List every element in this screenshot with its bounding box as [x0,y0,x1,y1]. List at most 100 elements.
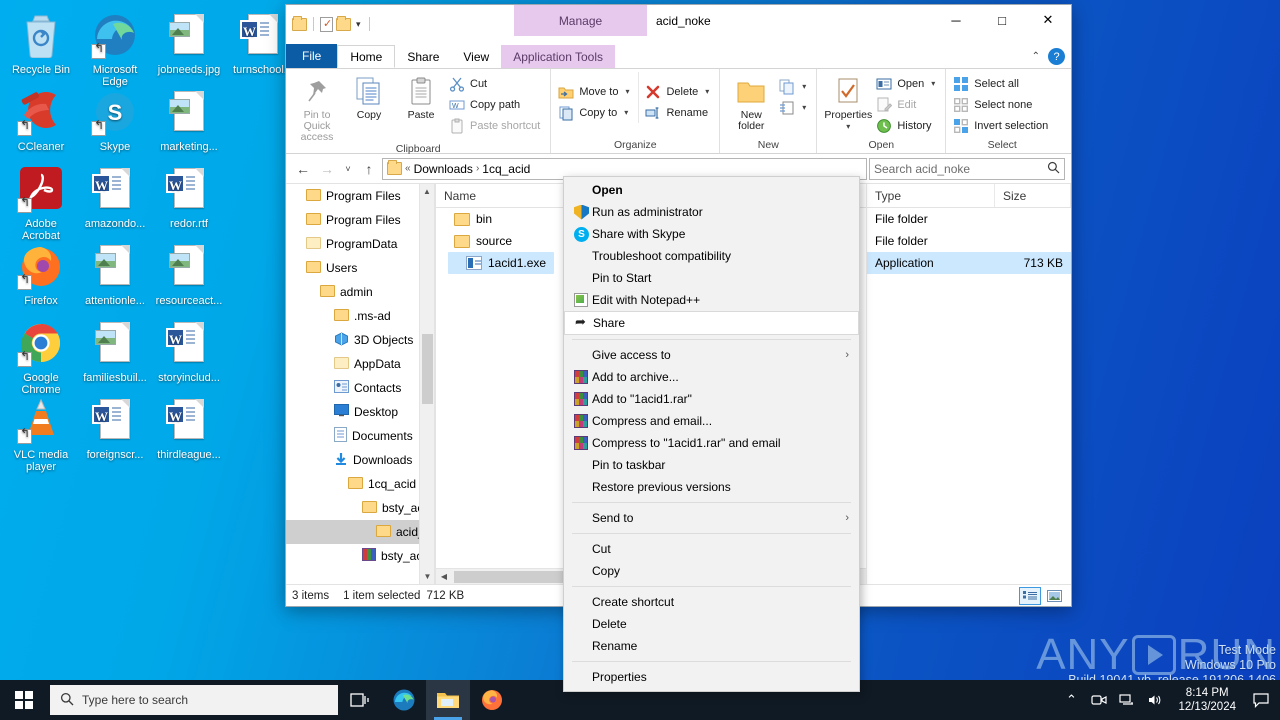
nav-item-downloads[interactable]: Downloads [286,448,434,472]
network-icon[interactable] [1114,680,1140,720]
menu-item-add-to-1acid1-rar[interactable]: Add to "1acid1.rar" [564,388,859,410]
easy-access-button[interactable]: ▾ [777,97,811,118]
desktop-icon-recycle-bin[interactable]: Recycle Bin [4,12,78,76]
desktop-icon-jobneeds-jpg[interactable]: jobneeds.jpg [152,12,226,76]
desktop-icon-amazondo[interactable]: Wamazondo... [78,166,152,230]
desktop-icon-skype[interactable]: S Skype [78,89,152,153]
nav-scrollbar[interactable]: ▲ ▼ [419,184,434,584]
menu-item-create-shortcut[interactable]: Create shortcut [564,591,859,613]
firefox-icon[interactable] [470,680,514,720]
menu-item-edit-with-notepad[interactable]: Edit with Notepad++ [564,289,859,311]
properties-button[interactable]: Properties ▾ [822,72,874,132]
folder-icon[interactable] [292,15,307,31]
pin-to-quick-access-button[interactable]: Pin to Quick access [291,72,343,143]
desktop-icon-microsoft-edge[interactable]: Microsoft Edge [78,12,152,88]
chevron-down-icon[interactable]: ▾ [624,108,628,117]
search-input[interactable]: Type here to search [82,693,188,707]
file-explorer-icon[interactable] [426,680,470,720]
nav-item-bsty-ac[interactable]: bsty_ac [286,544,434,568]
large-icons-view-button[interactable] [1043,587,1065,605]
detail-row[interactable]: Application 713 KB [867,252,1071,274]
desktop-icon-redor-rtf[interactable]: Wredor.rtf [152,166,226,230]
menu-item-share[interactable]: Share [564,311,859,335]
menu-item-delete[interactable]: Delete [564,613,859,635]
menu-item-pin-to-taskbar[interactable]: Pin to taskbar [564,454,859,476]
nav-item-desktop[interactable]: Desktop [286,400,434,424]
new-folder-icon[interactable] [336,15,351,31]
chevron-down-icon[interactable]: ▾ [931,79,935,88]
desktop-icon-foreignscr[interactable]: Wforeignscr... [78,397,152,461]
nav-item-1cq-acid[interactable]: 1cq_acid [286,472,434,496]
chevron-down-icon[interactable]: ▾ [802,82,806,91]
scroll-up-icon[interactable]: ▲ [420,184,434,199]
back-button[interactable]: ← [292,158,314,180]
chevron-down-icon[interactable]: ▾ [802,103,806,112]
desktop-icon-google-chrome[interactable]: Google Chrome [4,320,78,396]
detail-row[interactable]: File folder [867,208,1071,230]
cut-button[interactable]: Cut [447,73,545,94]
desktop-icon-resourceact[interactable]: resourceact... [152,243,226,307]
menu-item-share-with-skype[interactable]: S Share with Skype [564,223,859,245]
menu-item-open[interactable]: Open [564,179,859,201]
menu-item-pin-to-start[interactable]: Pin to Start [564,267,859,289]
edit-button[interactable]: Edit [874,94,940,115]
tab-home[interactable]: Home [337,45,396,68]
up-button[interactable]: ↑ [358,158,380,180]
rename-button[interactable]: Rename [643,102,714,123]
nav-item-3d-objects[interactable]: 3D Objects [286,328,434,352]
nav-item-acid-n[interactable]: acid_n [286,520,434,544]
copy-to-button[interactable]: Copy to ▾ [556,102,634,123]
open-button[interactable]: Open ▾ [874,73,940,94]
search-box[interactable]: Search acid_noke [869,157,1065,180]
nav-item-appdata[interactable]: AppData [286,352,434,376]
help-icon[interactable]: ? [1048,48,1065,65]
tab-file[interactable]: File [286,44,338,68]
menu-item-copy[interactable]: Copy [564,560,859,582]
menu-item-properties[interactable]: Properties [564,666,859,688]
nav-item-users[interactable]: Users [286,256,434,280]
menu-item-give-access-to[interactable]: Give access to › [564,344,859,366]
desktop-icon-adobe-acrobat[interactable]: Adobe Acrobat [4,166,78,242]
tab-share[interactable]: Share [395,45,451,68]
nav-item-admin[interactable]: admin [286,280,434,304]
select-all-button[interactable]: Select all [951,73,1053,94]
edge-icon[interactable] [382,680,426,720]
nav-item-program-files[interactable]: Program Files [286,184,434,208]
start-button[interactable] [0,680,48,720]
file-row[interactable]: 1acid1.exe [448,252,554,274]
history-button[interactable]: History [874,115,940,136]
nav-item-programdata[interactable]: ProgramData [286,232,434,256]
nav-item-bsty-ac[interactable]: bsty_ac [286,496,434,520]
nav-item-documents[interactable]: Documents [286,424,434,448]
move-to-button[interactable]: Move to ▾ [556,81,634,102]
new-item-button[interactable]: ▾ [777,76,811,97]
menu-item-cut[interactable]: Cut [564,538,859,560]
desktop-icon-attentionle[interactable]: attentionle... [78,243,152,307]
breadcrumb-1cq-acid[interactable]: 1cq_acid [482,162,530,176]
tab-view[interactable]: View [451,45,501,68]
minimize-button[interactable]: ─ [933,5,979,35]
desktop-icon-storyinclud[interactable]: Wstoryinclud... [152,320,226,384]
chevron-down-icon[interactable]: ▾ [625,87,629,96]
taskbar-search[interactable]: Type here to search [50,685,338,715]
desktop-icon-thirdleague[interactable]: Wthirdleague... [152,397,226,461]
paste-button[interactable]: Paste [395,72,447,121]
nav-item-contacts[interactable]: Contacts [286,376,434,400]
task-view-icon[interactable] [338,680,382,720]
scroll-down-icon[interactable]: ▼ [420,569,434,584]
copy-path-button[interactable]: W Copy path [447,94,545,115]
nav-item-ms-ad[interactable]: .ms-ad [286,304,434,328]
action-center-icon[interactable] [1246,680,1276,720]
details-view-button[interactable] [1019,586,1041,605]
volume-icon[interactable] [1142,680,1168,720]
menu-item-run-as-administrator[interactable]: Run as administrator [564,201,859,223]
close-button[interactable]: ✕ [1025,5,1071,35]
maximize-button[interactable]: □ [979,5,1025,35]
invert-selection-button[interactable]: Invert selection [951,115,1053,136]
properties-icon[interactable] [320,16,333,32]
collapse-ribbon-icon[interactable]: ⌃ [1032,51,1040,62]
menu-item-add-to-archive[interactable]: Add to archive... [564,366,859,388]
detail-row[interactable]: File folder [867,230,1071,252]
tab-application-tools[interactable]: Application Tools [501,45,616,68]
menu-item-rename[interactable]: Rename [564,635,859,657]
